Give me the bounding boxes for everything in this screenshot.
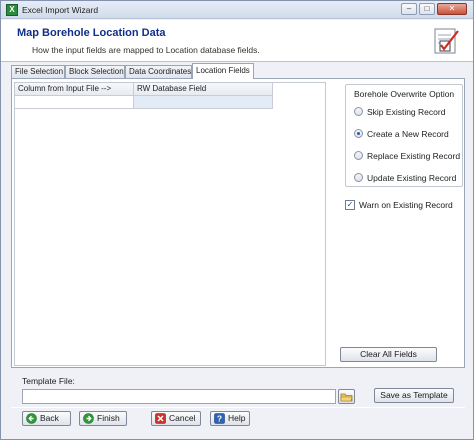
borehole-overwrite-group: Borehole Overwrite Option Skip Existing … [345,84,463,187]
radio-button[interactable] [354,107,363,116]
tab-file-selection[interactable]: File Selection [11,65,65,79]
radio-button[interactable] [354,151,363,160]
cell-input-column[interactable] [15,96,134,109]
folder-icon [340,393,353,402]
tab-block-selection[interactable]: Block Selection [65,65,125,79]
tab-location-fields[interactable]: Location Fields [192,63,254,79]
template-file-input[interactable] [22,389,336,404]
svg-text:?: ? [217,414,222,424]
help-question-icon: ? [214,413,225,424]
cancel-button[interactable]: Cancel [151,411,201,426]
warn-existing-label: Warn on Existing Record [359,200,453,210]
minimize-button[interactable]: – [401,3,417,15]
radio-label: Create a New Record [367,129,449,139]
page-title: Map Borehole Location Data [17,27,166,39]
cancel-x-icon [155,413,166,424]
page-subtitle: How the input fields are mapped to Locat… [32,45,260,55]
finish-button[interactable]: Finish [79,411,127,426]
footer-divider [11,407,465,408]
save-as-template-button[interactable]: Save as Template [374,388,454,403]
column-header-database-field[interactable]: RW Database Field [134,83,273,96]
radio-button[interactable] [354,173,363,182]
back-arrow-icon [26,413,37,424]
window-title: Excel Import Wizard [22,5,99,15]
overwrite-group-label: Borehole Overwrite Option [354,89,455,99]
cell-database-field[interactable] [134,96,273,109]
help-label: Help [228,413,246,423]
radio-label: Skip Existing Record [367,107,446,117]
cancel-label: Cancel [169,413,196,423]
grid-header: Column from Input File --> RW Database F… [15,83,275,96]
template-file-label: Template File: [22,376,75,386]
help-button[interactable]: ? Help [210,411,250,426]
back-button[interactable]: Back [22,411,71,426]
table-row[interactable] [15,96,275,109]
excel-import-wizard-window: X Excel Import Wizard – □ ✕ Map Borehole… [0,0,474,440]
radio-label: Replace Existing Record [367,151,461,161]
back-label: Back [40,413,59,423]
browse-template-button[interactable] [338,389,355,404]
wizard-header: Map Borehole Location Data How the input… [1,20,473,62]
radio-label: Update Existing Record [367,173,457,183]
maximize-button[interactable]: □ [419,3,435,15]
checklist-icon [434,28,459,54]
field-mapping-grid[interactable]: Column from Input File --> RW Database F… [14,82,326,366]
close-button[interactable]: ✕ [437,3,467,15]
finish-arrow-icon [83,413,94,424]
column-header-input-file[interactable]: Column from Input File --> [15,83,134,96]
radio-button-selected[interactable] [354,129,363,138]
location-fields-panel: Column from Input File --> RW Database F… [11,78,465,368]
excel-app-icon: X [6,4,18,16]
clear-all-fields-button[interactable]: Clear All Fields [340,347,437,362]
title-bar[interactable]: X Excel Import Wizard – □ ✕ [1,1,473,19]
warn-existing-checkbox[interactable]: ✓ [345,200,355,210]
finish-label: Finish [97,413,120,423]
tab-data-coordinates[interactable]: Data Coordinates [125,65,192,79]
